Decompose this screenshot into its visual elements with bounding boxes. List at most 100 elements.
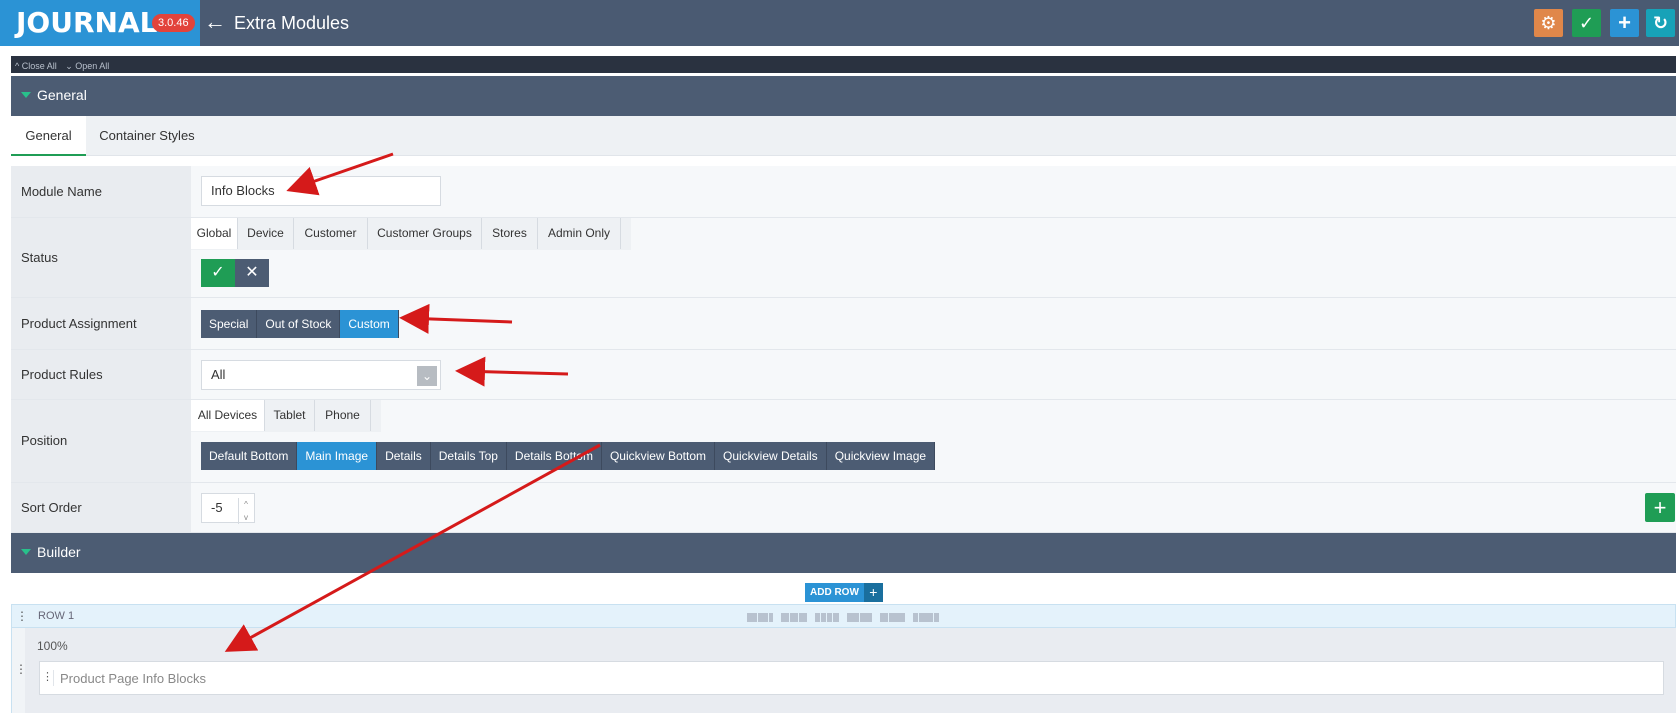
module-name-body: Info Blocks — [191, 166, 1676, 217]
tab-container-styles[interactable]: Container Styles — [86, 116, 208, 156]
module-name-label: Module Name — [21, 184, 102, 199]
product-assignment-row: Product Assignment Special Out of Stock … — [11, 298, 1676, 350]
layout-4-icon[interactable] — [847, 613, 872, 622]
position-quickview-details-button[interactable]: Quickview Details — [714, 442, 827, 470]
product-assignment-label-cell: Product Assignment — [11, 298, 191, 349]
history-button[interactable]: ↻ — [1646, 9, 1675, 37]
assignment-custom-button[interactable]: Custom — [340, 310, 399, 338]
logo-text: JOURNAL — [16, 6, 158, 39]
product-rules-value: All — [211, 367, 226, 382]
add-row-button[interactable]: ADD ROW + — [805, 583, 883, 602]
status-tab-customer[interactable]: Customer — [294, 218, 368, 249]
product-rules-body: All ⌄ — [191, 350, 1676, 399]
page-title: Extra Modules — [234, 13, 350, 33]
module-drag-handle-icon[interactable]: ⋮ — [42, 670, 54, 686]
status-tab-device[interactable]: Device — [238, 218, 294, 249]
general-section-header[interactable]: General — [11, 76, 1676, 116]
status-tab-customer-groups[interactable]: Customer Groups — [368, 218, 482, 249]
module-block[interactable]: ⋮ Product Page Info Blocks — [39, 661, 1664, 695]
position-details-button[interactable]: Details — [377, 442, 431, 470]
status-off-button[interactable]: ✕ — [235, 259, 269, 287]
product-assignment-group: Special Out of Stock Custom — [201, 310, 399, 338]
position-label: Position — [21, 433, 68, 448]
assignment-out-of-stock-button[interactable]: Out of Stock — [257, 310, 341, 338]
product-rules-select[interactable]: All ⌄ — [201, 360, 441, 390]
sort-order-input[interactable]: -5 ^ v — [201, 493, 255, 524]
layout-5-icon[interactable] — [880, 613, 905, 622]
sort-order-label: Sort Order — [21, 500, 82, 515]
row-header[interactable]: ⋮ ROW 1 — [11, 604, 1676, 628]
builder-section-header[interactable]: Builder — [11, 533, 1676, 573]
status-scope-tabs: Global Device Customer Customer Groups S… — [191, 218, 631, 250]
status-label: Status — [21, 250, 58, 265]
add-plus-icon: + — [1618, 10, 1631, 35]
status-label-cell: Status — [11, 218, 191, 297]
collapse-triangle-icon — [21, 549, 31, 555]
position-tab-tablet[interactable]: Tablet — [265, 400, 315, 431]
row-layout-options — [747, 613, 939, 622]
position-body: All Devices Tablet Phone Default Bottom … — [191, 400, 1676, 482]
sort-order-value: -5 — [211, 500, 223, 515]
layout-6-icon[interactable] — [913, 613, 939, 622]
module-name-input[interactable]: Info Blocks — [201, 176, 441, 206]
row-side-handle[interactable]: ⋮ — [11, 628, 27, 713]
status-row: Status Global Device Customer Customer G… — [11, 218, 1676, 298]
position-quickview-bottom-button[interactable]: Quickview Bottom — [601, 442, 715, 470]
product-rules-label: Product Rules — [21, 367, 103, 382]
close-icon: ✕ — [245, 264, 259, 281]
close-all-link[interactable]: ^ Close All — [15, 61, 57, 71]
tab-general[interactable]: General — [11, 116, 86, 156]
product-rules-label-cell: Product Rules — [11, 350, 191, 399]
position-label-cell: Position — [11, 400, 191, 482]
spinner-down-icon[interactable]: v — [239, 511, 253, 524]
collapse-triangle-icon — [21, 92, 31, 98]
back-arrow-icon[interactable]: ← — [204, 11, 226, 33]
status-body: Global Device Customer Customer Groups S… — [191, 218, 1676, 297]
status-on-button[interactable]: ✓ — [201, 259, 235, 287]
position-quickview-image-button[interactable]: Quickview Image — [826, 442, 936, 470]
position-default-bottom-button[interactable]: Default Bottom — [201, 442, 298, 470]
position-tab-phone[interactable]: Phone — [315, 400, 371, 431]
sort-order-label-cell: Sort Order — [11, 483, 191, 532]
chevron-down-icon: ⌄ — [417, 366, 437, 386]
status-tab-global[interactable]: Global — [191, 218, 238, 249]
spinner-up-icon[interactable]: ^ — [239, 498, 253, 511]
column-container: 100% ⋮ Product Page Info Blocks — [25, 628, 1676, 713]
module-name-row: Module Name Info Blocks — [11, 166, 1676, 218]
sort-order-spinner[interactable]: ^ v — [238, 498, 253, 524]
product-rules-row: Product Rules All ⌄ — [11, 350, 1676, 400]
status-tab-admin-only[interactable]: Admin Only — [538, 218, 621, 249]
top-bar: JOURNAL 3.0.46 ← Extra Modules ⚙ ✓ + ↻ — [0, 0, 1679, 46]
support-button[interactable]: ⚙ — [1534, 9, 1563, 37]
position-details-top-button[interactable]: Details Top — [430, 442, 507, 470]
column-width-label: 100% — [37, 639, 68, 653]
product-assignment-label: Product Assignment — [21, 316, 137, 331]
assignment-special-button[interactable]: Special — [201, 310, 258, 338]
collapse-strip: ^ Close All ⌄ Open All — [11, 56, 1676, 73]
position-tab-all-devices[interactable]: All Devices — [191, 400, 265, 431]
support-icon: ⚙ — [1540, 13, 1557, 33]
add-row-label: ADD ROW — [805, 583, 864, 602]
layout-3-icon[interactable] — [815, 613, 839, 622]
journal-logo[interactable]: JOURNAL 3.0.46 — [0, 0, 200, 46]
general-tabs: General Container Styles — [11, 116, 1676, 156]
row-label: ROW 1 — [38, 610, 75, 622]
add-field-button[interactable]: + — [1645, 493, 1675, 522]
save-check-icon: ✓ — [1578, 13, 1595, 33]
module-name-label-cell: Module Name — [11, 166, 191, 217]
position-main-image-button[interactable]: Main Image — [297, 442, 378, 470]
add-row-plus-icon: + — [863, 583, 883, 602]
position-row: Position All Devices Tablet Phone Defaul… — [11, 400, 1676, 483]
layout-2-icon[interactable] — [781, 613, 807, 622]
row-drag-handle-icon[interactable]: ⋮ — [16, 608, 28, 624]
history-icon: ↻ — [1652, 13, 1669, 33]
position-details-bottom-button[interactable]: Details Bottom — [506, 442, 602, 470]
check-icon: ✓ — [211, 264, 225, 281]
position-device-tabs: All Devices Tablet Phone — [191, 400, 381, 432]
add-button[interactable]: + — [1610, 9, 1639, 37]
layout-1-icon[interactable] — [747, 613, 773, 622]
save-button[interactable]: ✓ — [1572, 9, 1601, 37]
general-section-title: General — [37, 87, 87, 103]
status-tab-stores[interactable]: Stores — [482, 218, 538, 249]
open-all-link[interactable]: ⌄ Open All — [65, 61, 109, 71]
